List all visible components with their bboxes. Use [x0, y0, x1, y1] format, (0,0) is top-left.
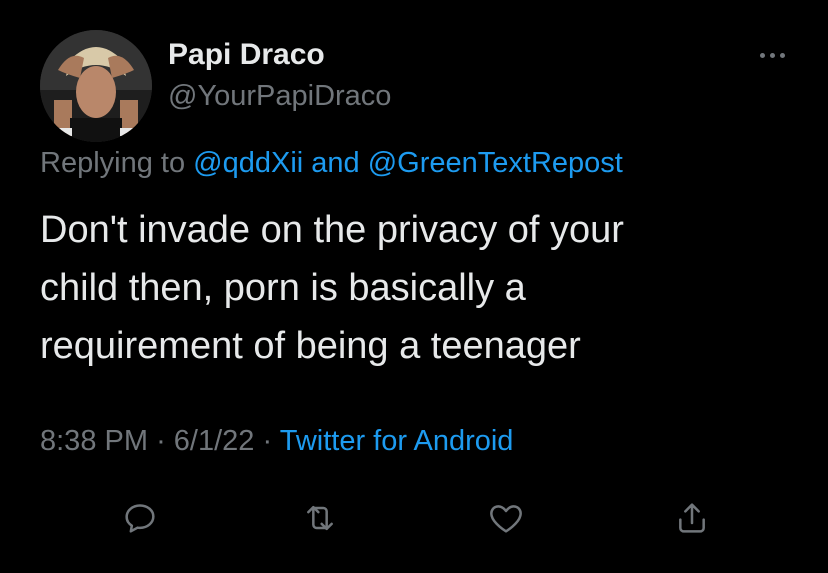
tweet-source-link[interactable]: Twitter for Android [280, 425, 514, 457]
share-button[interactable] [664, 490, 720, 546]
user-handle[interactable]: @YourPapiDraco [168, 80, 391, 113]
meta-separator: · [156, 425, 166, 457]
more-icon [779, 52, 785, 58]
reply-icon [125, 504, 155, 533]
display-name[interactable]: Papi Draco [168, 38, 325, 72]
tweet-time[interactable]: 8:38 PM [40, 425, 148, 457]
mention-link-greentextrepost[interactable]: @GreenTextRepost [368, 147, 623, 179]
more-options-button[interactable] [752, 40, 792, 70]
reply-button[interactable] [112, 490, 168, 546]
avatar[interactable] [40, 30, 152, 142]
more-icon [769, 52, 775, 58]
profile-photo-icon [40, 30, 152, 142]
meta-separator: · [262, 425, 273, 457]
more-icon [759, 52, 765, 58]
replying-conjunction[interactable]: and [311, 147, 359, 179]
tweet-text: Don't invade on the privacy of your chil… [40, 209, 624, 367]
retweet-button[interactable] [292, 490, 348, 546]
tweet-metadata: 8:38 PM · 6/1/22 · Twitter for Android [40, 425, 513, 458]
replying-prefix: Replying to [40, 147, 186, 179]
mention-link-qddxii[interactable]: @qddXii [193, 147, 303, 179]
heart-icon [490, 505, 522, 533]
action-bar [0, 490, 828, 546]
share-icon [679, 503, 705, 533]
replying-to-line: Replying to @qddXii and @GreenTextRepost [40, 147, 623, 180]
tweet-card: Papi Draco @YourPapiDraco Replying to @q… [0, 0, 828, 573]
tweet-date[interactable]: 6/1/22 [174, 425, 255, 457]
retweet-icon [307, 505, 333, 531]
like-button[interactable] [478, 490, 534, 546]
